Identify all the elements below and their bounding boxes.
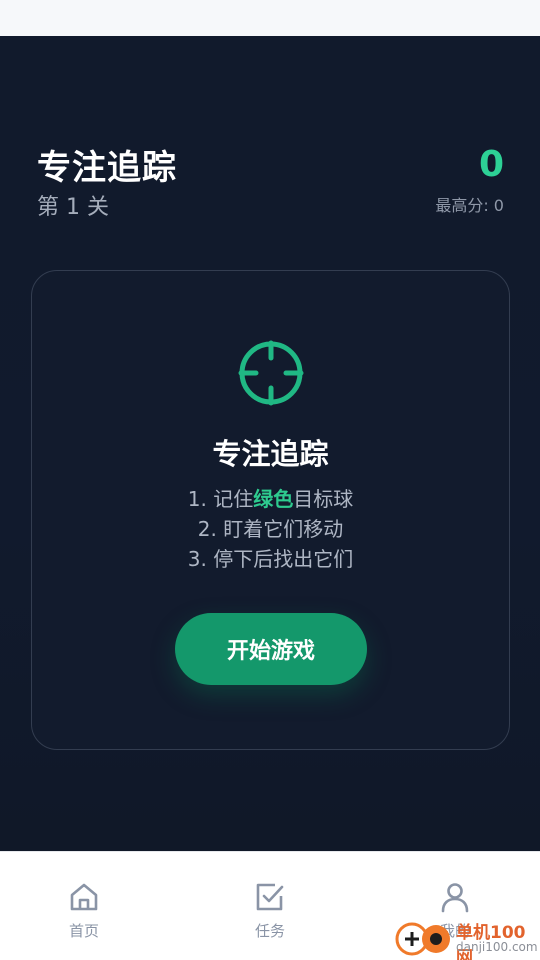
status-bar: [0, 0, 540, 36]
card-title: 专注追踪: [212, 437, 329, 471]
tab-tasks-label: 任务: [254, 922, 285, 940]
game-screen: 专注追踪 第 1 关 0 最高分: 0 专注追踪 1. 记住绿色目标球 2. 盯…: [0, 36, 540, 851]
tab-home[interactable]: 首页: [34, 880, 134, 941]
instruction-step-1: 1. 记住绿色目标球: [187, 487, 354, 511]
watermark-logo-icon: [395, 922, 450, 956]
start-game-button[interactable]: 开始游戏: [175, 613, 367, 685]
tab-tasks[interactable]: 任务: [220, 880, 320, 941]
task-check-icon: [256, 883, 284, 911]
user-icon: [441, 883, 469, 913]
instruction-list: 1. 记住绿色目标球 2. 盯着它们移动 3. 停下后找出它们: [32, 484, 509, 574]
home-icon: [70, 883, 98, 911]
score-value: 0: [478, 144, 504, 185]
page-title: 专注追踪: [37, 148, 177, 188]
level-label: 第 1 关: [37, 195, 109, 220]
tab-home-label: 首页: [68, 922, 99, 940]
site-watermark: 单机100网 danji100.com: [390, 915, 540, 960]
crosshair-icon: [238, 340, 304, 406]
best-score-label: 最高分: 0: [435, 196, 504, 215]
highlight-green-text: 绿色: [253, 487, 294, 511]
instruction-card: 专注追踪 1. 记住绿色目标球 2. 盯着它们移动 3. 停下后找出它们 开始游…: [31, 270, 510, 750]
watermark-url: danji100.com: [456, 940, 538, 954]
instruction-step-2: 2. 盯着它们移动: [197, 517, 344, 541]
instruction-step-3: 3. 停下后找出它们: [187, 547, 354, 571]
